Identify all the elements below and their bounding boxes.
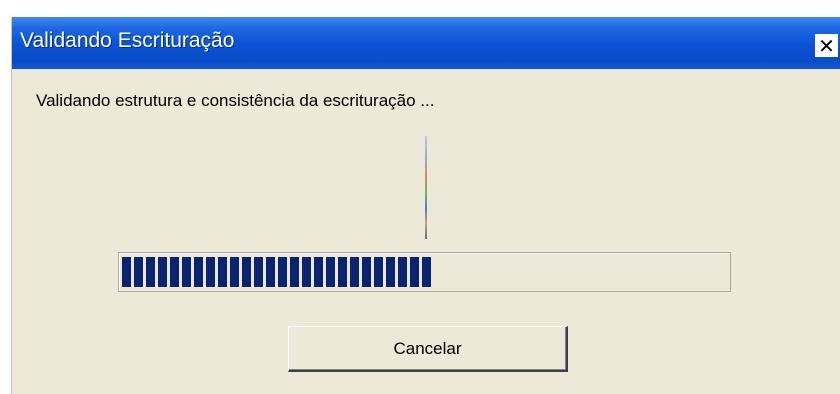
progress-fill	[122, 257, 434, 287]
cancel-button[interactable]: Cancelar	[288, 326, 568, 372]
status-message: Validando estrutura e consistência da es…	[36, 91, 435, 110]
validation-dialog: Validando Escrituração ✕ Validando estru…	[11, 17, 840, 394]
window-title: Validando Escrituração	[20, 29, 235, 52]
title-bar[interactable]: Validando Escrituração ✕	[12, 17, 840, 69]
close-button[interactable]: ✕	[815, 34, 838, 57]
close-icon: ✕	[818, 33, 835, 58]
activity-animation	[425, 136, 427, 239]
progress-bar	[118, 252, 731, 292]
